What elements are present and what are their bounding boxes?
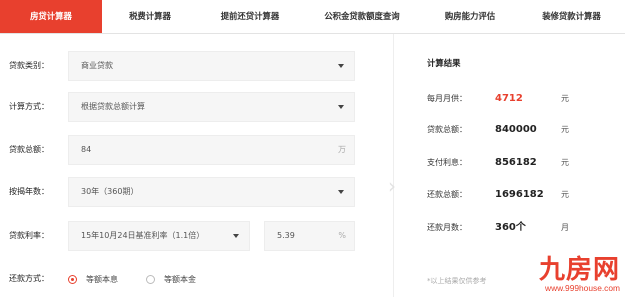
result-interest-value: 856182	[495, 157, 537, 168]
result-loan-total-row: 贷款总额： 840000 元	[427, 122, 617, 138]
result-months-label: 还款月数：	[427, 223, 467, 232]
result-repay-total-value: 1696182	[495, 189, 544, 200]
calc-method-select[interactable]: 根据贷款总额计算	[68, 92, 355, 122]
results-disclaimer: *以上结果仅供参考	[427, 277, 487, 285]
calculator-tabs: 房贷计算器 税费计算器 提前还贷计算器 公积金贷款额度查询 购房能力评估 装修贷…	[0, 0, 625, 34]
result-monthly-row: 每月月供： 4712 元	[427, 91, 617, 107]
tab-affordability-assessment[interactable]: 购房能力评估	[422, 0, 518, 33]
loan-total-row: 贷款总额： 84 万	[0, 135, 391, 165]
result-loan-total-unit: 元	[561, 125, 569, 134]
radio-equal-principal[interactable]: 等额本金	[146, 274, 196, 285]
mortgage-years-value: 30年（360期）	[81, 187, 139, 196]
repayment-label: 还款方式：	[9, 274, 49, 283]
result-repay-total-row: 还款总额： 1696182 元	[427, 187, 617, 203]
results-title: 计算结果	[427, 58, 461, 68]
loan-type-value: 商业贷款	[81, 61, 113, 70]
result-interest-unit: 元	[561, 158, 569, 167]
mortgage-years-row: 按揭年数： 30年（360期）	[0, 177, 391, 207]
caret-down-icon	[338, 190, 344, 194]
radio-equal-installment[interactable]: 等额本息	[68, 274, 118, 285]
repayment-radio-group: 等额本息 等额本金	[68, 264, 224, 294]
tab-prepayment-calculator[interactable]: 提前还贷计算器	[198, 0, 302, 33]
result-months-unit: 月	[561, 223, 569, 232]
loan-total-value: 84	[81, 145, 92, 154]
loan-rate-number: 5.39	[277, 231, 295, 240]
result-months-value: 360个	[495, 222, 526, 233]
result-interest-row: 支付利息： 856182 元	[427, 155, 617, 171]
result-repay-total-unit: 元	[561, 190, 569, 199]
result-loan-total-label: 贷款总额：	[427, 125, 467, 134]
repayment-row: 还款方式： 等额本息 等额本金	[0, 264, 391, 294]
caret-down-icon	[338, 64, 344, 68]
calc-method-row: 计算方式： 根据贷款总额计算	[0, 92, 391, 122]
loan-total-label: 贷款总额：	[9, 145, 49, 154]
result-months-row: 还款月数： 360个 月	[427, 220, 617, 236]
loan-type-label: 贷款类别：	[9, 61, 49, 70]
radio-equal-installment-label: 等额本息	[86, 274, 118, 284]
watermark-brand: 九房网	[538, 255, 620, 285]
caret-down-icon	[233, 234, 239, 238]
watermark-logo: 九房网 www.999house.com	[508, 257, 620, 293]
result-monthly-unit: 元	[561, 94, 569, 103]
loan-type-row: 贷款类别： 商业贷款	[0, 51, 391, 81]
loan-rate-select[interactable]: 15年10月24日基准利率（1.1倍）	[68, 221, 250, 251]
tab-renovation-loan-calculator[interactable]: 装修贷款计算器	[518, 0, 625, 33]
result-monthly-label: 每月月供：	[427, 94, 467, 103]
loan-rate-value: 15年10月24日基准利率（1.1倍）	[81, 231, 205, 240]
watermark-url: www.999house.com	[545, 283, 620, 293]
calc-method-value: 根据贷款总额计算	[81, 102, 145, 111]
tab-tax-calculator[interactable]: 税费计算器	[102, 0, 198, 33]
result-monthly-value: 4712	[495, 93, 523, 104]
loan-total-unit: 万	[338, 145, 346, 154]
loan-rate-input[interactable]: 5.39 %	[264, 221, 355, 251]
radio-equal-principal-label: 等额本金	[164, 274, 196, 284]
loan-rate-unit: %	[338, 231, 346, 240]
radio-checked-icon	[68, 274, 77, 284]
radio-unchecked-icon	[146, 274, 155, 284]
caret-down-icon	[338, 105, 344, 109]
loan-type-select[interactable]: 商业贷款	[68, 51, 355, 81]
mortgage-years-label: 按揭年数：	[9, 187, 49, 196]
result-loan-total-value: 840000	[495, 124, 537, 135]
loan-form: 贷款类别： 商业贷款 计算方式： 根据贷款总额计算 贷款总额： 84 万 按揭年…	[0, 34, 391, 297]
tab-mortgage-calculator[interactable]: 房贷计算器	[0, 0, 102, 33]
mortgage-years-select[interactable]: 30年（360期）	[68, 177, 355, 207]
loan-total-input[interactable]: 84 万	[68, 135, 355, 165]
loan-rate-row: 贷款利率： 15年10月24日基准利率（1.1倍） 5.39 %	[0, 221, 391, 251]
result-repay-total-label: 还款总额：	[427, 190, 467, 199]
calc-method-label: 计算方式：	[9, 102, 49, 111]
result-interest-label: 支付利息：	[427, 158, 467, 167]
tab-provident-fund-query[interactable]: 公积金贷款额度查询	[302, 0, 422, 33]
loan-rate-label: 贷款利率：	[9, 231, 49, 240]
